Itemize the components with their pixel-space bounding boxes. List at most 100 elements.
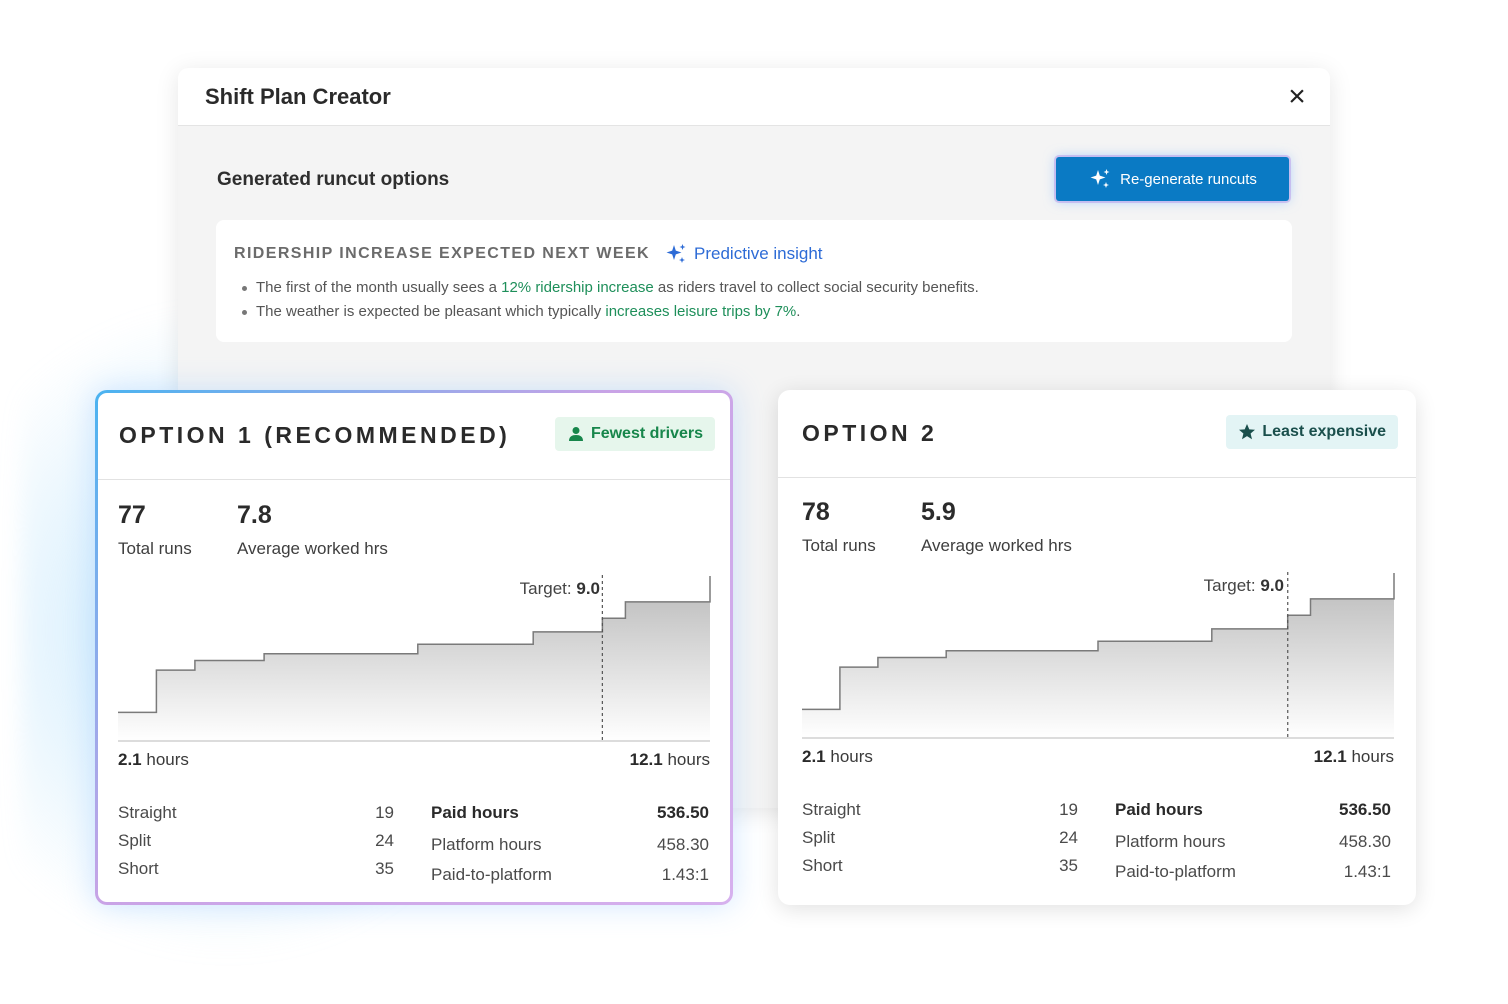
total-runs-label: Total runs [118, 539, 192, 558]
max-hours-value: 12.1 [1313, 747, 1347, 766]
short-label: Short [802, 856, 843, 875]
paid-hours-label: Paid hours [1115, 800, 1203, 819]
insight-list: The first of the month usually sees a 12… [240, 276, 979, 324]
regenerate-runcuts-button[interactable]: Re-generate runcuts [1056, 157, 1289, 201]
short-row: Short 35 [802, 856, 1078, 884]
straight-value: 19 [1059, 800, 1078, 819]
straight-value: 19 [375, 803, 394, 822]
ratio-label: Paid-to-platform [1115, 862, 1236, 881]
predictive-insight-tag: Predictive insight [664, 242, 823, 266]
straight-label: Straight [802, 800, 861, 819]
short-value: 35 [1059, 856, 1078, 875]
ratio-value: 1.43:1 [661, 865, 709, 884]
total-runs-stat: 78 Total runs [802, 498, 876, 556]
target-label-text: Target: [1203, 576, 1256, 595]
split-label: Split [802, 828, 836, 847]
insight-panel: RIDERSHIP INCREASE EXPECTED NEXT WEEK Pr… [216, 220, 1292, 342]
target-value: 9.0 [1260, 576, 1284, 595]
straight-label: Straight [118, 803, 177, 822]
target-label-text: Target: [519, 579, 572, 598]
run-length-chart: Target: 9.0 2.1 hours 12.1 hours [802, 570, 1395, 770]
sparkles-icon [666, 244, 686, 263]
hours-summary: Paid hours 536.50 Platform hours 458.30 Pa… [431, 803, 709, 895]
insight-bullet: The weather is expected be pleasant whic… [240, 300, 979, 324]
option-card-1[interactable]: OPTION 1 (RECOMMENDED) Fewest drivers 77… [95, 390, 733, 905]
badge-label: Fewest drivers [590, 425, 703, 442]
split-row: Split 24 [118, 831, 394, 859]
target-value: 9.0 [576, 579, 600, 598]
max-hours-unit: hours [1351, 747, 1394, 766]
sparkles-icon [1090, 169, 1110, 188]
avg-hrs-label: Average worked hrs [921, 536, 1072, 555]
ratio-row: Paid-to-platform 1.43:1 [1115, 862, 1391, 892]
least-expensive-badge: Least expensive [1226, 415, 1398, 449]
paid-hours-value: 536.50 [657, 803, 709, 822]
paid-hours-label: Paid hours [431, 803, 519, 822]
total-runs-label: Total runs [802, 536, 876, 555]
min-hours-unit: hours [830, 747, 873, 766]
avg-hrs-value: 7.8 [237, 501, 272, 529]
insight-title: RIDERSHIP INCREASE EXPECTED NEXT WEEK [234, 245, 651, 262]
platform-hours-row: Platform hours 458.30 [431, 835, 709, 865]
min-hours-unit: hours [146, 750, 189, 769]
insight-header: RIDERSHIP INCREASE EXPECTED NEXT WEEK Pr… [234, 242, 823, 266]
max-hours-unit: hours [667, 750, 710, 769]
platform-hours-label: Platform hours [1115, 832, 1226, 851]
fewest-drivers-badge: Fewest drivers [554, 417, 715, 451]
avg-hrs-label: Average worked hrs [237, 539, 388, 558]
short-value: 35 [375, 859, 394, 878]
option-card-2[interactable]: OPTION 2 Least expensive 78 Total runs 5… [778, 390, 1416, 905]
insight-highlight: increases leisure trips by 7% [605, 303, 797, 320]
badge-label: Least expensive [1262, 423, 1386, 440]
platform-hours-row: Platform hours 458.30 [1115, 832, 1391, 862]
split-row: Split 24 [802, 828, 1078, 856]
total-runs-value: 78 [802, 498, 830, 526]
min-hours-label: 2.1 hours [118, 750, 189, 770]
insight-text: The weather is expected be pleasant whic… [256, 303, 606, 320]
run-type-breakdown: Straight 19 Split 24 Short 35 [118, 803, 394, 887]
predictive-label: Predictive insight [694, 244, 823, 263]
insight-text: . [796, 303, 801, 320]
min-hours-value: 2.1 [802, 747, 826, 766]
card-header: OPTION 2 Least expensive [778, 390, 1416, 478]
straight-row: Straight 19 [802, 800, 1078, 828]
hours-summary: Paid hours 536.50 Platform hours 458.30 Pa… [1115, 800, 1391, 892]
card-header: OPTION 1 (RECOMMENDED) Fewest drivers [98, 393, 730, 480]
total-runs-value: 77 [118, 501, 146, 529]
chart-area [118, 576, 710, 741]
straight-row: Straight 19 [118, 803, 394, 831]
step-chart-svg [118, 575, 711, 742]
person-icon [568, 427, 583, 441]
target-label: Target: 9.0 [520, 579, 600, 599]
max-hours-label: 12.1 hours [630, 750, 710, 770]
split-label: Split [118, 831, 152, 850]
section-title: Generated runcut options [217, 169, 450, 190]
min-hours-value: 2.1 [118, 750, 142, 769]
paid-hours-value: 536.50 [1339, 800, 1391, 819]
option-title: OPTION 2 [802, 420, 938, 446]
short-label: Short [118, 859, 159, 878]
insight-bullet: The first of the month usually sees a 12… [240, 276, 979, 300]
split-value: 24 [375, 831, 394, 850]
option-title: OPTION 1 (RECOMMENDED) [119, 422, 511, 448]
avg-hrs-value: 5.9 [921, 498, 956, 526]
close-icon[interactable]: × [1282, 82, 1312, 112]
min-hours-label: 2.1 hours [802, 747, 873, 767]
ratio-row: Paid-to-platform 1.43:1 [431, 865, 709, 895]
split-value: 24 [1059, 828, 1078, 847]
avg-hrs-stat: 7.8 Average worked hrs [237, 501, 388, 559]
platform-hours-value: 458.30 [1339, 832, 1391, 851]
step-chart-svg [802, 572, 1395, 739]
ratio-value: 1.43:1 [1343, 862, 1391, 881]
run-type-breakdown: Straight 19 Split 24 Short 35 [802, 800, 1078, 884]
platform-hours-label: Platform hours [431, 835, 542, 854]
platform-hours-value: 458.30 [657, 835, 709, 854]
modal-header: Shift Plan Creator × [178, 68, 1330, 126]
chart-area [802, 573, 1394, 738]
regenerate-label: Re-generate runcuts [1120, 170, 1257, 188]
short-row: Short 35 [118, 859, 394, 887]
insight-highlight: 12% ridership increase [501, 279, 654, 296]
insight-text: as riders travel to collect social secur… [653, 279, 979, 296]
paid-hours-row: Paid hours 536.50 [1115, 800, 1391, 832]
star-icon [1239, 424, 1256, 440]
